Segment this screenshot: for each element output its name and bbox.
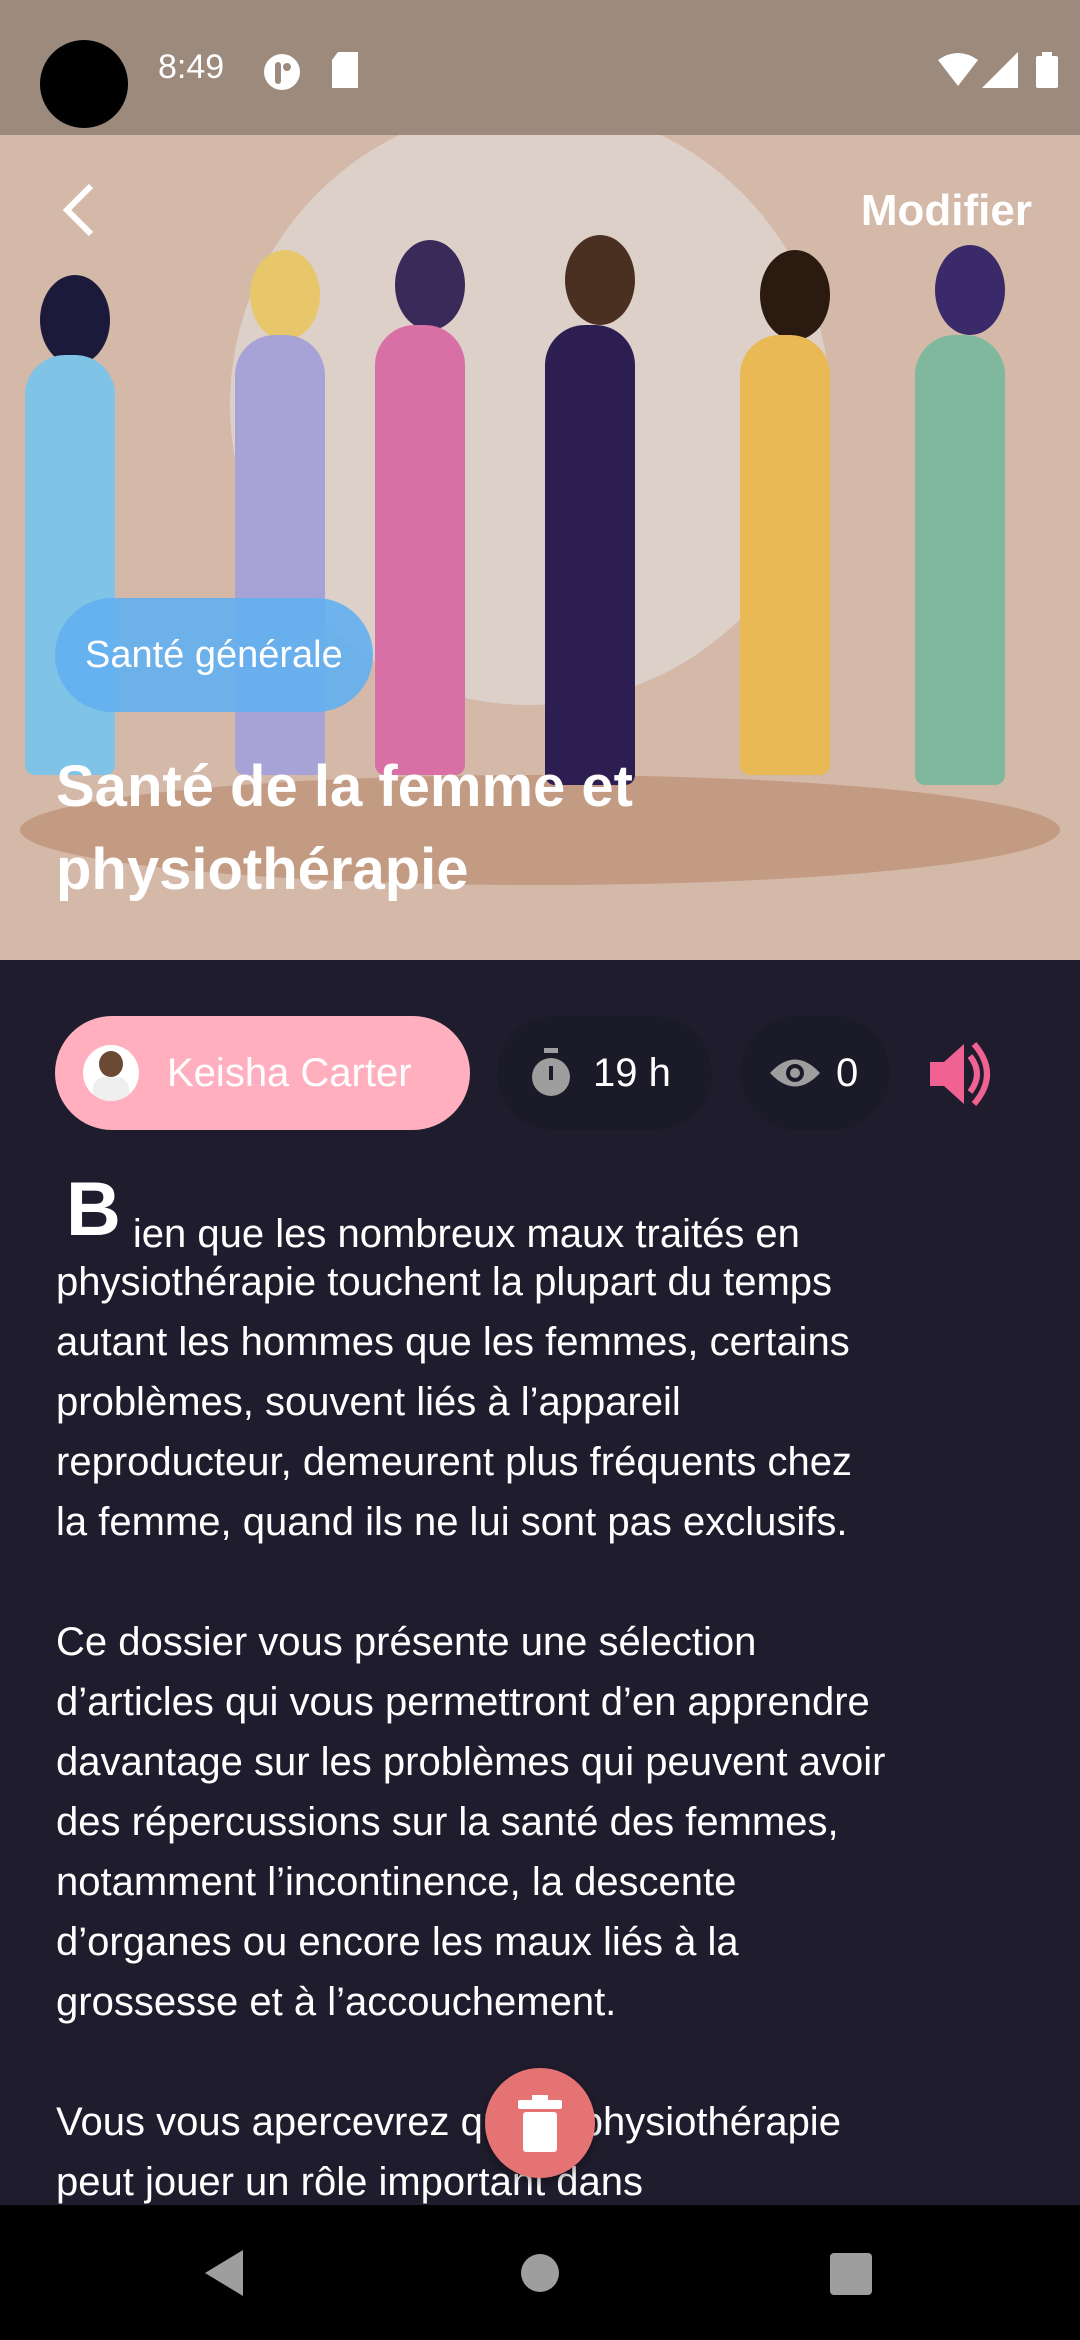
author-name: Keisha Carter xyxy=(167,1050,412,1095)
nav-back-icon[interactable] xyxy=(205,2250,245,2296)
body-line: d’organes ou encore les maux liés à la xyxy=(56,1912,1056,1972)
article-body: Bien que les nombreux maux traités en phy… xyxy=(56,1172,1056,2212)
wifi-icon xyxy=(938,53,978,86)
body-line-text: d’articles qui vous permettront d’en app… xyxy=(56,1680,870,1724)
edit-button[interactable]: Modifier xyxy=(861,186,1032,236)
body-line-text: Vous vous apercevrez que la physiothérap… xyxy=(56,2100,841,2144)
timer-icon xyxy=(532,1048,570,1096)
body-line-text: autant les hommes que les femmes, certai… xyxy=(56,1320,850,1364)
body-line-text: la femme, quand ils ne lui sont pas excl… xyxy=(56,1500,848,1544)
hero-banner: Modifier Santé générale Santé de la femm… xyxy=(0,135,1080,960)
body-line-text: notamment l’incontinence, la descente xyxy=(56,1860,737,1904)
views-chip: 0 xyxy=(740,1016,890,1130)
body-line-text: ien que les nombreux maux traités en xyxy=(132,1212,800,1256)
navigation-bar xyxy=(0,2205,1080,2340)
eye-icon xyxy=(770,1059,820,1087)
body-line: physiothérapie touchent la plupart du te… xyxy=(56,1252,1056,1312)
trash-icon xyxy=(518,2095,562,2152)
body-line: grossesse et à l’accouchement. xyxy=(56,1972,1056,2032)
camera-cutout xyxy=(40,40,128,128)
duration-chip: 19 h xyxy=(497,1016,712,1130)
category-chip[interactable]: Santé générale xyxy=(55,598,373,712)
body-line: Bien que les nombreux maux traités en xyxy=(56,1172,1056,1257)
duration-value: 19 h xyxy=(593,1050,671,1095)
article-title: Santé de la femme et physiothérapie xyxy=(56,754,633,902)
back-button[interactable] xyxy=(55,180,105,240)
body-line: autant les hommes que les femmes, certai… xyxy=(56,1312,1056,1372)
body-line: davantage sur les problèmes qui peuvent … xyxy=(56,1732,1056,1792)
delete-button[interactable] xyxy=(485,2068,595,2178)
body-line-text: davantage sur les problèmes qui peuvent … xyxy=(56,1740,886,1784)
views-count: 0 xyxy=(836,1050,859,1095)
body-line-text: problèmes, souvent liés à l’appareil xyxy=(56,1380,681,1424)
sd-card-icon xyxy=(332,52,358,88)
drop-cap: B xyxy=(66,1167,121,1252)
volume-up-icon[interactable] xyxy=(930,1042,1002,1106)
body-line: problèmes, souvent liés à l’appareil xyxy=(56,1372,1056,1432)
status-time: 8:49 xyxy=(158,48,225,86)
body-line: reproducteur, demeurent plus fréquents c… xyxy=(56,1432,1056,1492)
body-line: notamment l’incontinence, la descente xyxy=(56,1852,1056,1912)
nav-recents-icon[interactable] xyxy=(830,2253,872,2295)
body-line-text: reproducteur, demeurent plus fréquents c… xyxy=(56,1440,853,1484)
author-chip[interactable]: Keisha Carter xyxy=(55,1016,470,1130)
body-line: des répercussions sur la santé des femme… xyxy=(56,1792,1056,1852)
body-line: d’articles qui vous permettront d’en app… xyxy=(56,1672,1056,1732)
body-line-text: d’organes ou encore les maux liés à la xyxy=(56,1920,739,1964)
author-avatar xyxy=(83,1045,139,1101)
body-line-text: physiothérapie touchent la plupart du te… xyxy=(56,1260,833,1304)
nav-home-icon[interactable] xyxy=(520,2253,560,2293)
body-line: Ce dossier vous présente une sélection xyxy=(56,1612,1056,1672)
body-line-text: grossesse et à l’accouchement. xyxy=(56,1980,617,2024)
battery-icon xyxy=(1036,52,1058,88)
body-line: la femme, quand ils ne lui sont pas excl… xyxy=(56,1492,1056,1552)
status-bar: 8:49 xyxy=(0,0,1080,135)
notification-icon xyxy=(264,54,300,90)
signal-icon xyxy=(982,52,1018,88)
body-line-text: des répercussions sur la santé des femme… xyxy=(56,1800,839,1844)
body-line-text: Ce dossier vous présente une sélection xyxy=(56,1620,757,1664)
